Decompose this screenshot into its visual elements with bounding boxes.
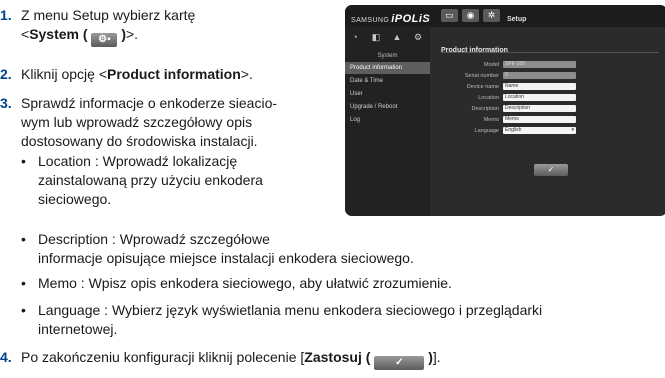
field-memo: Memo Memo [433,116,665,124]
model-field: SPE-100 [503,61,576,68]
bullet-description: • Description : Wprowadź szczegółowe [21,231,270,247]
bullet-description-line-2: informacje opisujące miejsce instalacji … [38,250,414,266]
step-1-line-2: <System ( ⚙▪ )>. [21,26,139,47]
divider [441,52,659,53]
field-model: Model SPE-100 [433,61,665,69]
top-bar: SAMSUNG iPOLiS ▭ ◉ ✲ Setup [345,5,665,27]
serial-number-field: 0 [503,72,576,79]
bullet-language: • Language : Wybierz język wyświetlania m… [21,302,543,318]
network-icon[interactable]: ◧ [370,31,382,43]
sidebar-item-user[interactable]: User [345,88,430,100]
step-number: 1. [0,7,12,23]
field-language: Language English ▾ [474,127,576,134]
location-input[interactable]: Location [503,94,576,101]
camera-icon[interactable]: ◉ [462,9,479,22]
monitor-icon[interactable]: ▭ [441,9,458,22]
step-text: Z menu Setup wybierz kartę [21,7,196,23]
apply-button[interactable]: ✓ [534,164,568,176]
field-serial-number: Serial number 0 [433,72,665,80]
sidebar-item-date-time[interactable]: Date & Time [345,75,430,87]
sidebar-tabs: ◔ ◧ ▲ ⚙ [345,31,430,45]
device-name-input[interactable]: Name [503,83,576,90]
field-location: Location Location [433,94,665,102]
camera-icon[interactable]: ◔ [349,31,361,43]
field-description: Description Description [433,105,665,113]
gear-icon[interactable]: ✲ [483,9,500,22]
step-number: 4. [0,349,12,365]
bullet-language-line-2: internetowej. [38,321,118,337]
bullet-location: • Location : Wprowadź lokalizację [21,153,238,169]
apply-label: Zastosuj ( ✓ ) [304,349,433,370]
system-icon: ⚙▪ [91,33,118,47]
bell-icon[interactable]: ▲ [391,31,403,43]
field-device-name: Device name Name [433,83,665,91]
checkmark-icon: ✓ [374,356,425,370]
step-2: 2. Kliknij opcję <Product information>. [0,66,253,82]
bullet-memo: • Memo : Wpisz opis enkodera sieciowego, … [21,275,452,291]
sidebar-item-log[interactable]: Log [345,114,430,126]
step-3-line-3: dostosowany do środowiska instalacji. [21,133,258,149]
bullet-location-line-3: sieciowego. [38,191,112,207]
step-3: 3. Sprawdź informacje o enkoderze sieacio… [0,95,278,111]
step-number: 2. [0,66,12,82]
description-input[interactable]: Description [503,105,576,112]
product-information-label: Product information [107,66,241,82]
bullet-location-line-2: zainstalowaną przy użyciu enkodera [38,172,263,188]
step-4: 4. Po zakończeniu konfiguracji kliknij po… [0,349,441,370]
step-number: 3. [0,95,12,111]
sidebar-item-upgrade-reboot[interactable]: Upgrade / Reboot [345,101,430,113]
sidebar: ◔ ◧ ▲ ⚙ System Product information Date … [345,27,430,216]
checkmark-icon: ✓ [547,165,555,174]
step-3-line-2: wym lub wprowadź szczegółowy opis [21,114,253,130]
sidebar-item-product-information[interactable]: Product information [345,62,430,74]
step-1: 1. Z menu Setup wybierz kartę [0,6,195,25]
system-label: System ( ⚙▪ ) [29,26,126,47]
language-select[interactable]: English ▾ [503,127,576,134]
content-panel: Product information Model SPE-100 Serial… [433,27,665,216]
system-icon[interactable]: ⚙ [412,31,424,43]
chevron-down-icon: ▾ [571,127,574,133]
setup-screenshot: SAMSUNG iPOLiS ▭ ◉ ✲ Setup ◔ ◧ ▲ ⚙ System… [345,5,665,216]
memo-input[interactable]: Memo [503,116,576,123]
